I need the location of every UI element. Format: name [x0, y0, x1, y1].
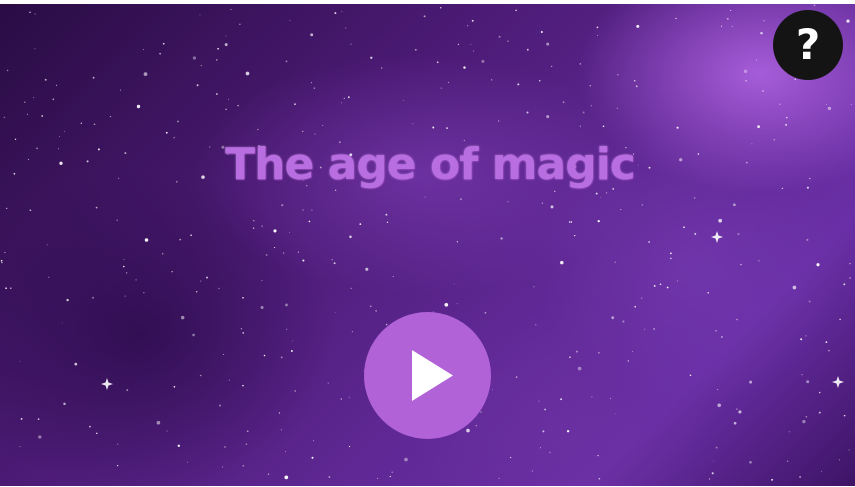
- play-icon: [412, 350, 453, 401]
- question-mark-icon: ?: [795, 20, 821, 69]
- play-button[interactable]: [364, 312, 491, 439]
- help-button[interactable]: ?: [773, 10, 843, 80]
- game-screen: The age of magic ?: [0, 4, 855, 486]
- game-title: The age of magic: [225, 139, 636, 190]
